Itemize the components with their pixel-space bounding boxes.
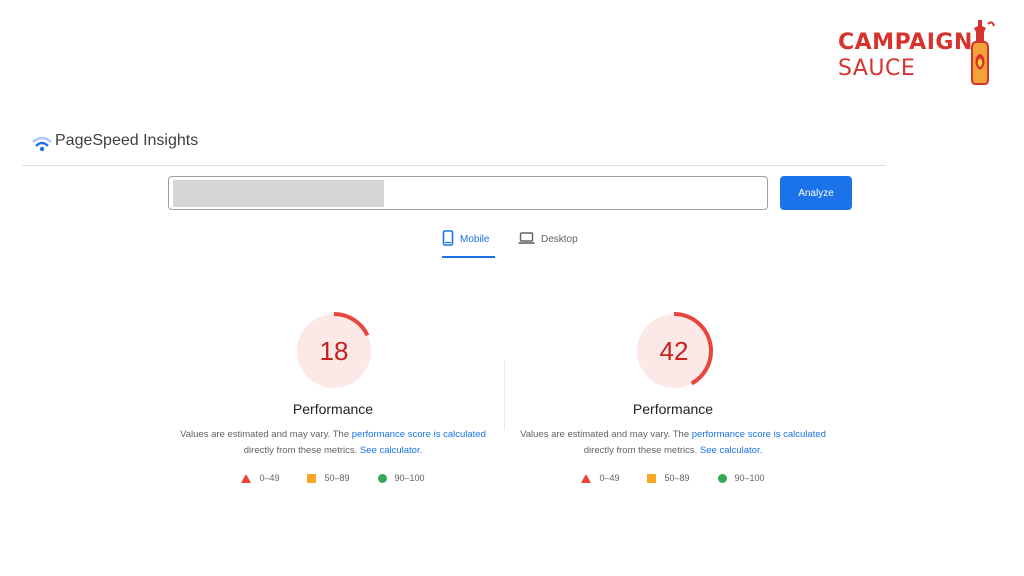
tab-mobile-label: Mobile bbox=[460, 234, 490, 245]
score-description: Values are estimated and may vary. The p… bbox=[508, 427, 838, 459]
description-text: Values are estimated and may vary. The bbox=[180, 429, 352, 440]
hot-sauce-bottle-icon bbox=[971, 20, 995, 85]
legend-range: 50–89 bbox=[324, 473, 350, 483]
legend-item-average: 50–89 bbox=[647, 473, 690, 483]
triangle-icon bbox=[241, 473, 252, 483]
description-text: directly from these metrics. bbox=[243, 445, 360, 456]
legend-range: 0–49 bbox=[599, 473, 620, 483]
legend-range: 0–49 bbox=[259, 473, 280, 483]
pagespeed-logo-icon bbox=[32, 136, 52, 152]
legend-item-poor: 0–49 bbox=[581, 473, 619, 483]
score-calculation-link[interactable]: performance score is calculated bbox=[692, 429, 826, 440]
panel-divider bbox=[504, 360, 505, 430]
url-input[interactable] bbox=[168, 176, 768, 210]
square-icon bbox=[307, 473, 317, 483]
circle-icon bbox=[377, 473, 387, 483]
see-calculator-link[interactable]: See calculator. bbox=[360, 445, 422, 456]
campaign-sauce-logo: CAMPAIGN SAUCE bbox=[838, 18, 1008, 88]
mobile-phone-icon bbox=[442, 230, 454, 246]
performance-score: 42 bbox=[659, 336, 689, 366]
performance-label: Performance bbox=[632, 401, 714, 417]
legend-item-good: 90–100 bbox=[717, 473, 765, 483]
performance-label: Performance bbox=[292, 401, 374, 417]
legend-item-average: 50–89 bbox=[307, 473, 350, 483]
tab-desktop-label: Desktop bbox=[541, 234, 578, 245]
app-title: PageSpeed Insights bbox=[55, 132, 199, 149]
tab-mobile[interactable]: Mobile bbox=[442, 230, 495, 258]
analyze-button[interactable]: Analyze bbox=[780, 176, 852, 210]
circle-icon bbox=[717, 473, 727, 483]
legend-range: 50–89 bbox=[664, 473, 690, 483]
score-legend: 0–49 50–89 90–100 bbox=[168, 473, 498, 483]
legend-item-good: 90–100 bbox=[377, 473, 425, 483]
legend-item-poor: 0–49 bbox=[241, 473, 279, 483]
performance-panel-left: 18 Performance Values are estimated and … bbox=[168, 305, 498, 505]
score-legend: 0–49 50–89 90–100 bbox=[508, 473, 838, 483]
triangle-icon bbox=[581, 473, 592, 483]
description-text: Values are estimated and may vary. The bbox=[520, 429, 692, 440]
score-description: Values are estimated and may vary. The p… bbox=[168, 427, 498, 459]
legend-range: 90–100 bbox=[734, 473, 765, 483]
brand-name-line2: SAUCE bbox=[838, 56, 916, 81]
brand-name-line1: CAMPAIGN bbox=[838, 30, 973, 55]
performance-panel-right: 42 Performance Values are estimated and … bbox=[508, 305, 838, 505]
score-calculation-link[interactable]: performance score is calculated bbox=[352, 429, 486, 440]
performance-score: 18 bbox=[319, 336, 349, 366]
square-icon bbox=[647, 473, 657, 483]
tab-desktop[interactable]: Desktop bbox=[518, 230, 588, 258]
psi-header: PageSpeed Insights bbox=[22, 128, 886, 166]
description-text: directly from these metrics. bbox=[583, 445, 700, 456]
legend-range: 90–100 bbox=[394, 473, 425, 483]
laptop-icon bbox=[518, 232, 535, 244]
redacted-url bbox=[173, 180, 384, 207]
see-calculator-link[interactable]: See calculator. bbox=[700, 445, 762, 456]
